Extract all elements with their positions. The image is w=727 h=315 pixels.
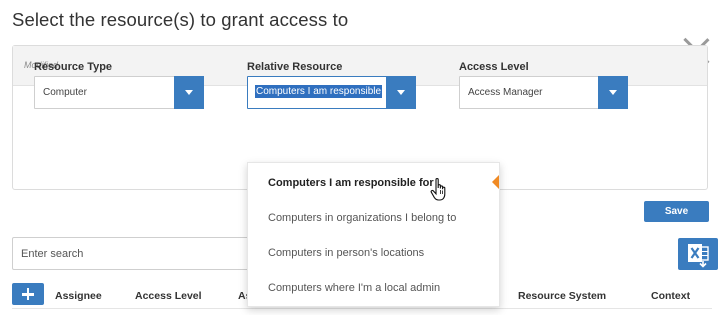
selection-marker — [492, 175, 499, 189]
column-access-level[interactable]: Access Level — [135, 290, 202, 302]
access-level-dropdown-button[interactable] — [598, 76, 628, 109]
dropdown-option-local-admin[interactable]: Computers where I'm a local admin — [268, 282, 440, 294]
caret-down-icon — [185, 90, 193, 95]
column-context[interactable]: Context — [651, 290, 690, 302]
add-assignee-button[interactable] — [12, 283, 44, 305]
relative-resource-dropdown-button[interactable] — [386, 76, 416, 109]
access-level-select[interactable]: Access Manager — [459, 76, 628, 109]
relative-resource-label: Relative Resource — [247, 61, 343, 73]
caret-down-icon — [397, 90, 405, 95]
dropdown-option-organizations[interactable]: Computers in organizations I belong to — [268, 212, 456, 224]
search-input[interactable] — [12, 237, 262, 270]
column-resource-system[interactable]: Resource System — [518, 290, 606, 302]
excel-export-button[interactable] — [678, 238, 718, 270]
resource-type-dropdown-button[interactable] — [174, 76, 204, 109]
relative-resource-value: Computers I am responsible — [255, 85, 383, 98]
dropdown-option-responsible[interactable]: Computers I am responsible for — [268, 177, 434, 189]
caret-down-icon — [609, 90, 617, 95]
resource-type-label: Resource Type — [34, 61, 113, 73]
save-button[interactable]: Save — [644, 201, 709, 222]
access-level-label: Access Level — [459, 61, 529, 73]
dialog-title: Select the resource(s) to grant access t… — [12, 9, 349, 30]
excel-export-icon — [688, 244, 709, 268]
dropdown-option-locations[interactable]: Computers in person's locations — [268, 247, 424, 259]
relative-resource-dropdown-menu: Computers I am responsible for Computers… — [247, 162, 500, 307]
access-level-value: Access Manager — [468, 87, 543, 98]
column-assignee[interactable]: Assignee — [55, 290, 102, 302]
hand-pointer-icon — [430, 178, 446, 201]
resource-type-select[interactable]: Computer — [34, 76, 204, 109]
relative-resource-select[interactable]: Computers I am responsible — [247, 76, 416, 109]
resource-type-value: Computer — [43, 87, 87, 98]
table-header-divider — [12, 308, 712, 309]
